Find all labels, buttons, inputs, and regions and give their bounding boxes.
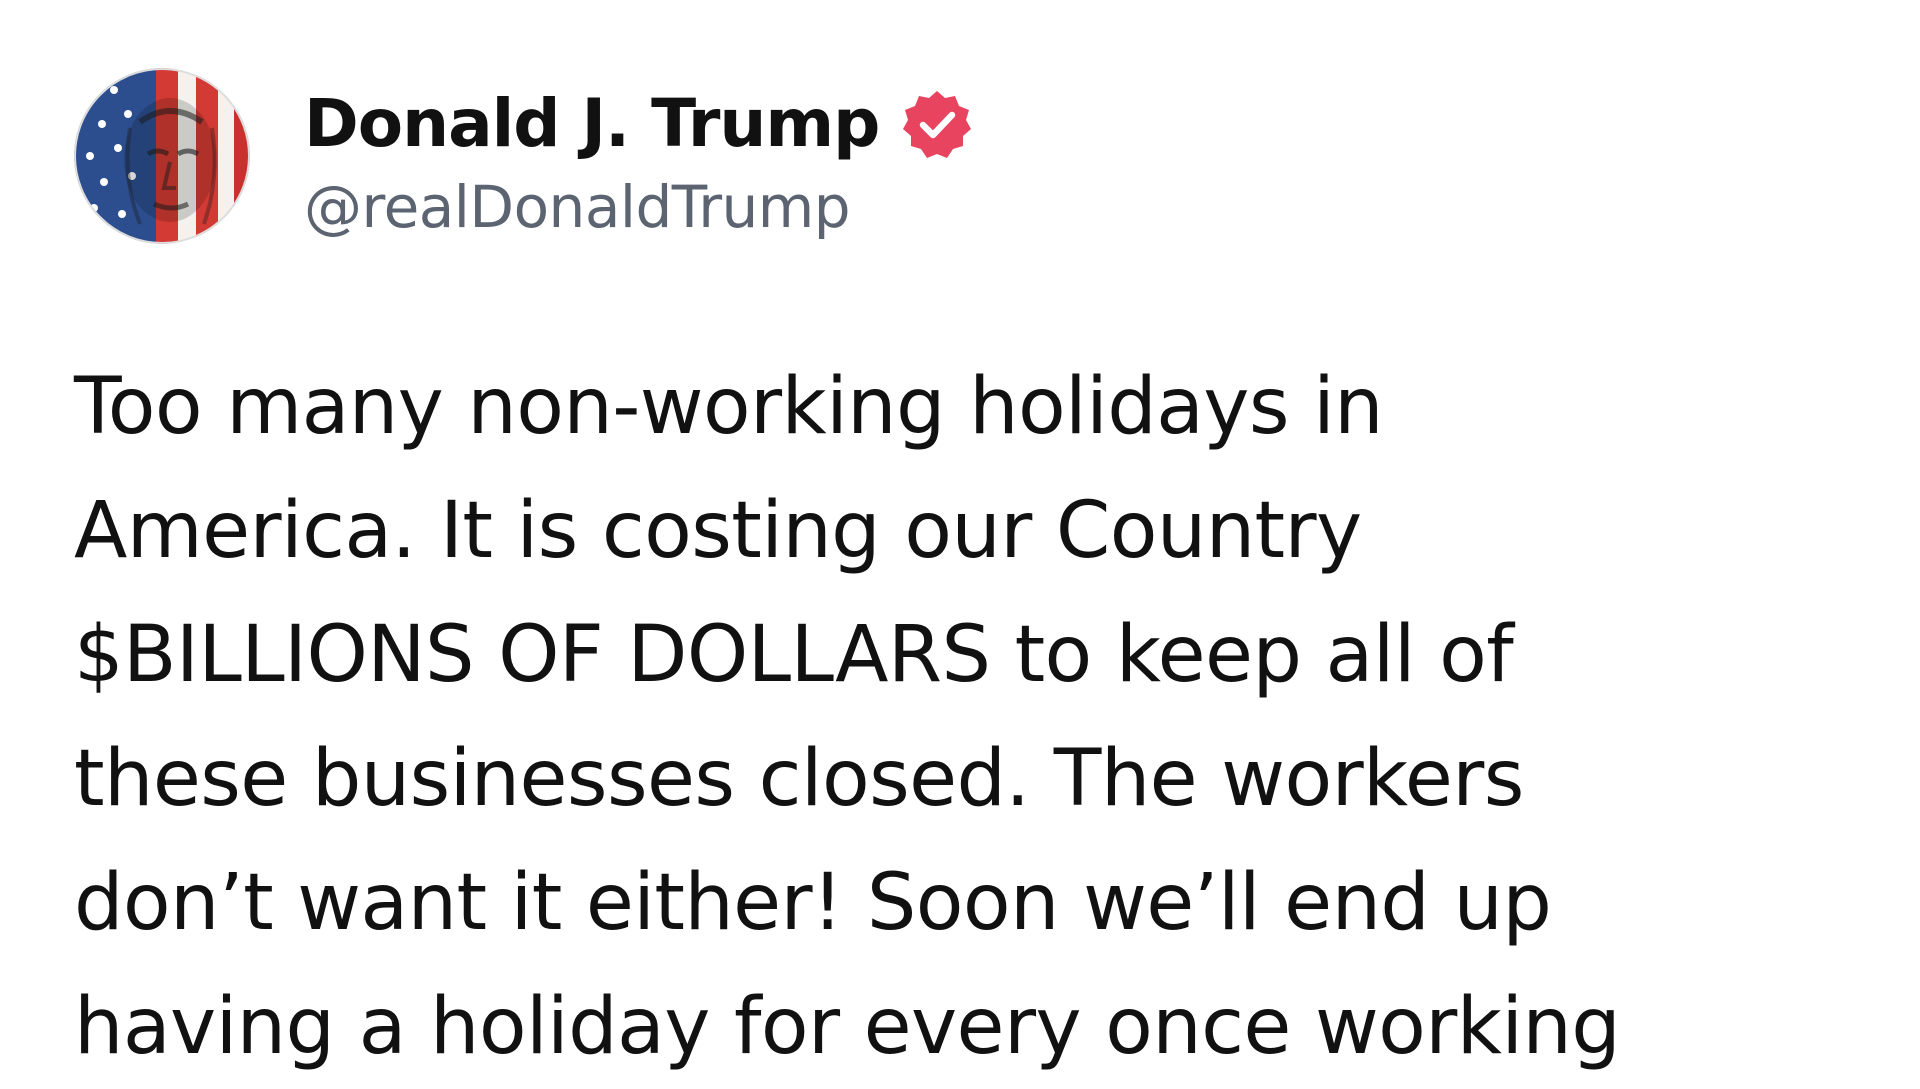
post-text-line: don’t want it either! Soon we’ll end up: [74, 858, 1552, 948]
author-identity: Donald J. Trump @realDonaldTrump: [304, 76, 973, 236]
post-body-text: Too many non-working holidays in America…: [74, 345, 1864, 1089]
post-text-line: having a holiday for every once working: [74, 982, 1621, 1072]
post-text-line: these businesses closed. The workers: [74, 734, 1524, 824]
author-handle[interactable]: @realDonaldTrump: [304, 178, 973, 236]
verified-badge-icon: [901, 88, 973, 160]
post-text-line: $BILLIONS OF DOLLARS to keep all of: [74, 610, 1514, 700]
name-row: Donald J. Trump: [304, 76, 973, 172]
avatar[interactable]: [74, 68, 250, 244]
post-text-line: America. It is costing our Country: [74, 486, 1362, 576]
post-card: Donald J. Trump @realDonaldTrump Too man…: [0, 0, 1920, 1079]
post-text-line: Too many non-working holidays in: [74, 362, 1384, 452]
author-display-name[interactable]: Donald J. Trump: [304, 91, 880, 157]
post-header: Donald J. Trump @realDonaldTrump: [74, 68, 973, 244]
